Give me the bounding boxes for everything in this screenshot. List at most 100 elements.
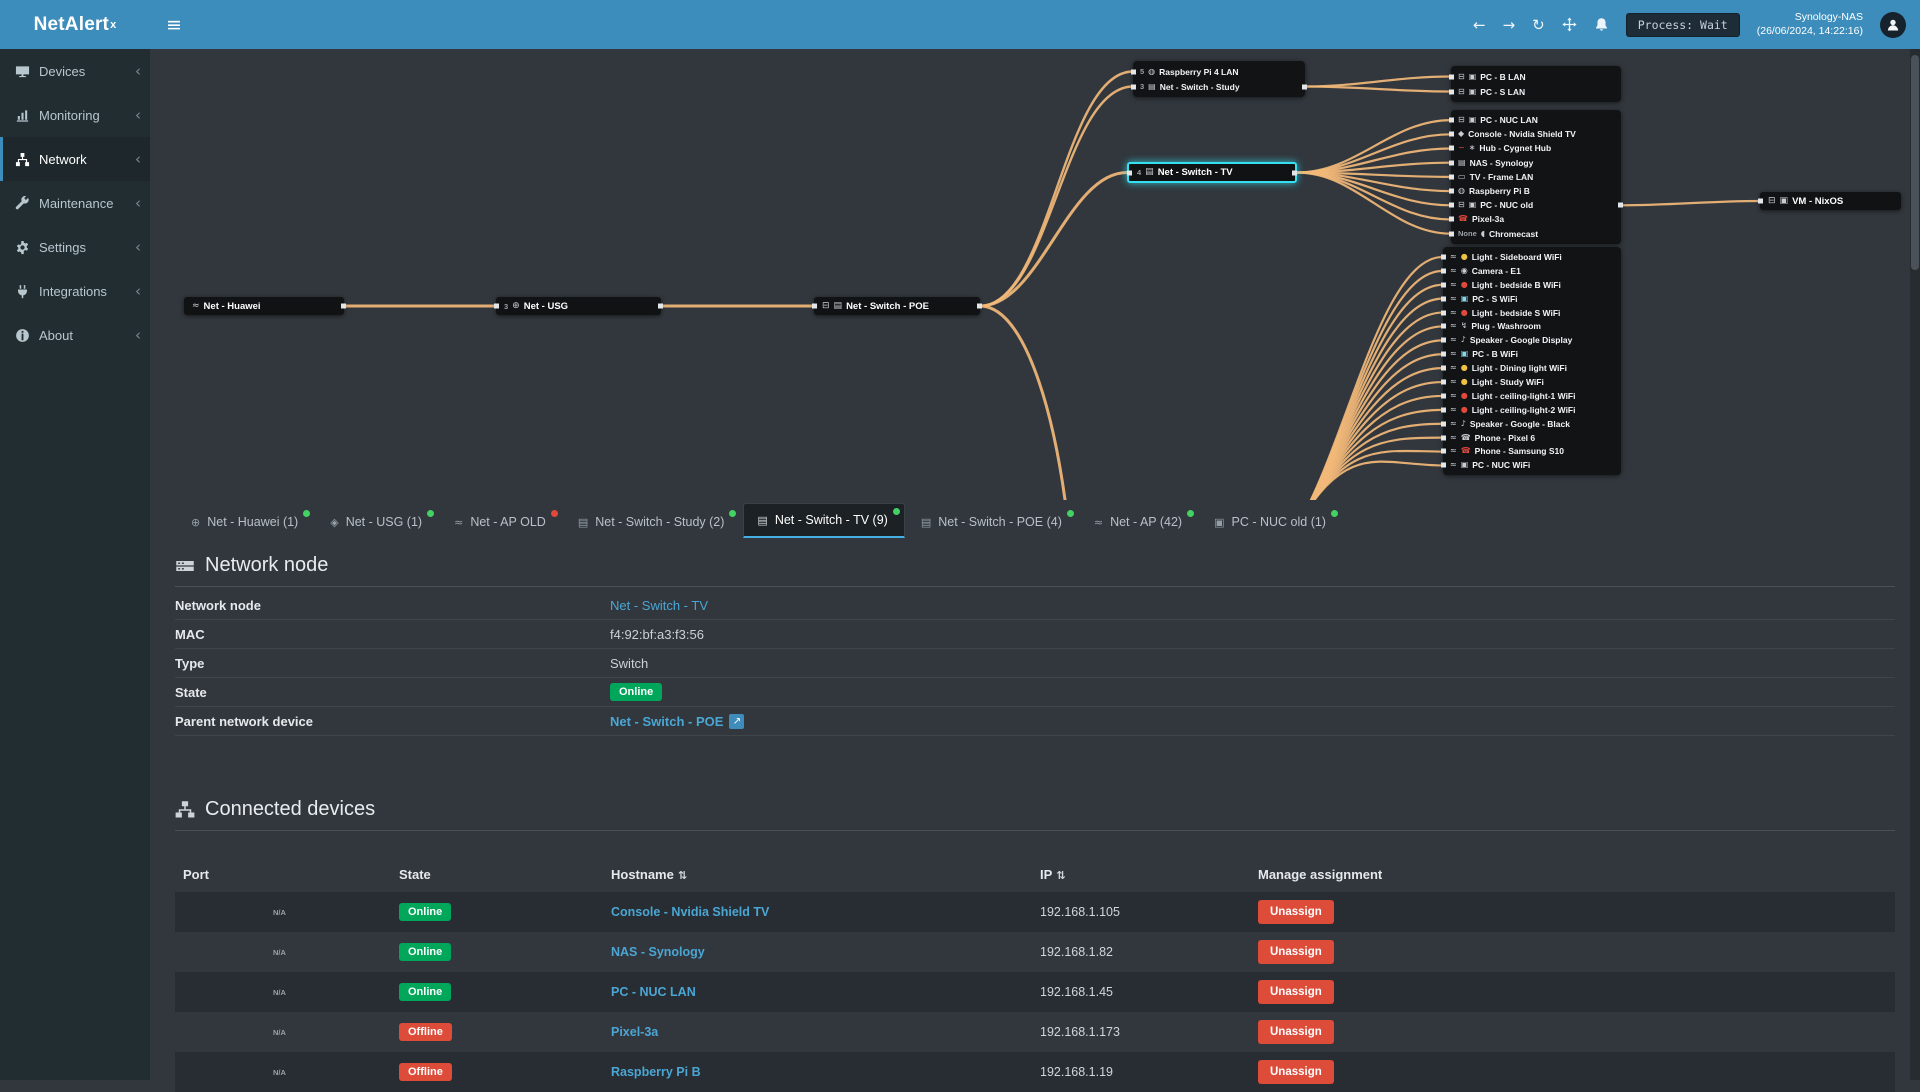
hub-icon: ∗ — [1469, 144, 1476, 152]
node-vm[interactable]: ⊟▣VM - NixOS — [1760, 192, 1901, 210]
process-status[interactable]: Process: Wait — [1626, 13, 1740, 37]
hostname-link[interactable]: Raspberry Pi B — [611, 1065, 701, 1079]
sort-icon[interactable]: ⇅ — [678, 869, 687, 882]
tab-pc-nuc-old-1[interactable]: ▣PC - NUC old (1) — [1201, 506, 1342, 538]
device-row[interactable]: ☎Pixel-3a — [1451, 212, 1621, 226]
column-header-ip[interactable]: IP⇅ — [1032, 857, 1250, 892]
chevron-left-icon: ‹ — [135, 150, 141, 168]
forward-arrow-icon[interactable]: → — [1503, 16, 1516, 34]
device-row[interactable]: ≈☎Phone - Pixel 6 — [1443, 431, 1621, 445]
device-label: Speaker - Google Display — [1470, 335, 1573, 345]
sidebar-item-network[interactable]: Network‹ — [0, 137, 150, 181]
device-row[interactable]: ≈●Light - Study WiFi — [1443, 375, 1621, 389]
device-row[interactable]: ≈●Light - bedside S WiFi — [1443, 306, 1621, 320]
node-tabs: ⊕Net - Huawei (1)◈Net - USG (1)≈Net - AP… — [150, 500, 1920, 538]
tab-net-ap-old[interactable]: ≈Net - AP OLD — [441, 506, 562, 538]
connector — [1449, 174, 1454, 179]
cell-action: Unassign — [1250, 1012, 1895, 1052]
sidebar-item-integrations[interactable]: Integrations‹ — [0, 269, 150, 313]
device-row[interactable]: ≈●Light - Dining light WiFi — [1443, 361, 1621, 375]
back-arrow-icon[interactable]: ← — [1473, 16, 1486, 34]
device-row[interactable]: ▭TV - Frame LAN — [1451, 170, 1621, 184]
device-row[interactable]: −∗Hub - Cygnet Hub — [1451, 141, 1621, 155]
sidebar-item-settings[interactable]: Settings‹ — [0, 225, 150, 269]
unassign-button[interactable]: Unassign — [1258, 980, 1334, 1004]
switch-icon: ▤ — [757, 514, 767, 527]
detail-link[interactable]: Net - Switch - TV — [610, 598, 708, 613]
cell-ip: 192.168.1.45 — [1032, 972, 1250, 1012]
cell-hostname: NAS - Synology — [603, 932, 1032, 972]
user-avatar[interactable] — [1880, 12, 1906, 38]
device-row[interactable]: ⊟▣PC - NUC LAN — [1451, 113, 1621, 127]
scrollbar-thumb[interactable] — [1911, 55, 1919, 270]
device-row[interactable]: ⊟▣PC - S LAN — [1451, 84, 1621, 99]
sort-icon[interactable]: ⇅ — [1056, 869, 1065, 882]
unassign-button[interactable]: Unassign — [1258, 1020, 1334, 1044]
device-row[interactable]: ≈●Light - ceiling-light-2 WiFi — [1443, 403, 1621, 417]
unassign-button[interactable]: Unassign — [1258, 1060, 1334, 1084]
device-row[interactable]: None◖Chromecast — [1451, 227, 1621, 241]
node-tv[interactable]: 4▤Net - Switch - TV — [1127, 162, 1297, 183]
sidebar-item-devices[interactable]: Devices‹ — [0, 49, 150, 93]
node-poe[interactable]: ⊟▤Net - Switch - POE — [814, 297, 980, 315]
device-row[interactable]: 3▤Net - Switch - Study — [1133, 79, 1305, 94]
hostname-link[interactable]: Console - Nvidia Shield TV — [611, 905, 769, 919]
tab-net-switch-study-2[interactable]: ▤Net - Switch - Study (2) — [565, 506, 741, 538]
node-huawei[interactable]: ≈Net - Huawei — [184, 297, 344, 315]
notifications-bell-icon[interactable] — [1594, 17, 1609, 32]
device-row[interactable]: ◆Console - Nvidia Shield TV — [1451, 127, 1621, 141]
device-row[interactable]: ≈▣PC - B WiFi — [1443, 347, 1621, 361]
hostname-link[interactable]: PC - NUC LAN — [611, 985, 696, 999]
device-row[interactable]: ≈▣PC - S WiFi — [1443, 292, 1621, 306]
tab-net-switch-poe-4[interactable]: ▤Net - Switch - POE (4) — [908, 506, 1078, 538]
tab-net-ap-42[interactable]: ≈Net - AP (42) — [1081, 506, 1198, 538]
external-link-icon[interactable]: ↗ — [729, 714, 744, 729]
port-number: 3 — [504, 302, 508, 311]
sidebar-item-maintenance[interactable]: Maintenance‹ — [0, 181, 150, 225]
unassign-button[interactable]: Unassign — [1258, 940, 1334, 964]
sidebar-toggle-button[interactable]: ≡ — [150, 0, 198, 49]
device-label: PC - B WiFi — [1472, 349, 1518, 359]
hostname-link[interactable]: Pixel-3a — [611, 1025, 658, 1039]
host-name: Synology-NAS — [1757, 11, 1863, 25]
refresh-icon[interactable]: ↻ — [1532, 16, 1545, 34]
sidebar-item-label: Integrations — [39, 284, 107, 299]
device-row[interactable]: ◍Raspberry Pi B — [1451, 184, 1621, 198]
column-label: Hostname — [611, 867, 674, 882]
device-label: Console - Nvidia Shield TV — [1468, 129, 1576, 139]
device-label: Light - ceiling-light-2 WiFi — [1472, 405, 1576, 415]
device-row[interactable]: ≈♪Speaker - Google Display — [1443, 333, 1621, 347]
device-row[interactable]: ⊟▣PC - B LAN — [1451, 69, 1621, 84]
device-row[interactable]: ≈☎Phone - Samsung S10 — [1443, 444, 1621, 458]
device-row[interactable]: ≈♪Speaker - Google - Black — [1443, 417, 1621, 431]
device-group-pcs: ⊟▣PC - B LAN⊟▣PC - S LAN — [1451, 66, 1621, 102]
sidebar-item-about[interactable]: About‹ — [0, 313, 150, 357]
detail-link[interactable]: Net - Switch - POE — [610, 714, 723, 729]
move-icon[interactable] — [1562, 17, 1577, 32]
device-row[interactable]: 5◍Raspberry Pi 4 LAN — [1133, 64, 1305, 79]
column-header-hostname[interactable]: Hostname ⇅ — [603, 857, 1032, 892]
device-row[interactable]: ≈●Light - bedside B WiFi — [1443, 278, 1621, 292]
cell-port: N/A — [175, 1052, 391, 1092]
device-row[interactable]: ≈●Light - ceiling-light-1 WiFi — [1443, 389, 1621, 403]
device-row[interactable]: ≈◉Camera - E1 — [1443, 264, 1621, 278]
tab-net-usg-1[interactable]: ◈Net - USG (1) — [317, 506, 438, 538]
sidebar-item-monitoring[interactable]: Monitoring‹ — [0, 93, 150, 137]
app-logo[interactable]: NetAlertx — [0, 0, 150, 49]
device-row[interactable]: ⊟▣PC - NUC old — [1451, 198, 1621, 212]
connector — [1449, 217, 1454, 222]
device-row[interactable]: ≈●Light - Sideboard WiFi — [1443, 250, 1621, 264]
speaker-icon: ♪ — [1461, 336, 1466, 344]
unassign-button[interactable]: Unassign — [1258, 900, 1334, 924]
integrations-icon — [15, 284, 30, 299]
node-usg[interactable]: 3⊕Net - USG — [496, 297, 661, 315]
device-row[interactable]: ≈↯Plug - Washroom — [1443, 319, 1621, 333]
device-row[interactable]: ▤NAS - Synology — [1451, 156, 1621, 170]
tab-net-huawei-1[interactable]: ⊕Net - Huawei (1) — [178, 506, 314, 538]
page-scrollbar[interactable] — [1910, 49, 1920, 1080]
tab-net-switch-tv-9[interactable]: ▤Net - Switch - TV (9) — [743, 503, 904, 538]
tab-label: Net - Huawei (1) — [207, 515, 298, 529]
hostname-link[interactable]: NAS - Synology — [611, 945, 705, 959]
device-row[interactable]: ≈▣PC - NUC WiFi — [1443, 458, 1621, 472]
connector — [1127, 170, 1132, 175]
